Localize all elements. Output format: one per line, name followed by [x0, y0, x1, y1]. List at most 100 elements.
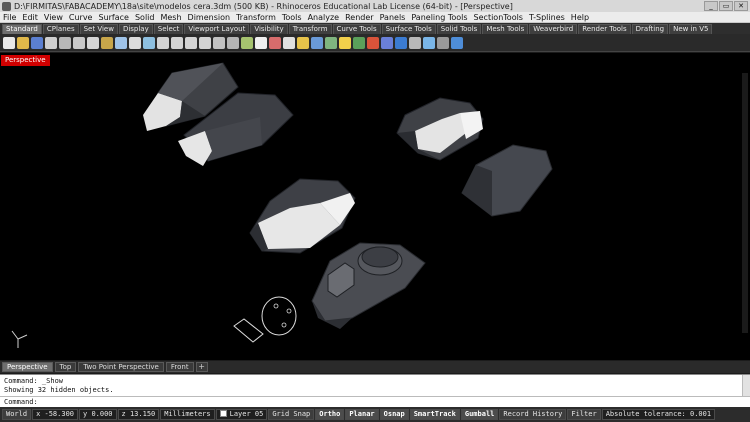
pan-icon[interactable]: [129, 36, 141, 49]
cplane-icon[interactable]: [241, 36, 253, 49]
tab-surface-tools[interactable]: Surface Tools: [381, 24, 436, 34]
wax-model-4[interactable]: [461, 144, 553, 217]
tab-mesh-tools[interactable]: Mesh Tools: [482, 24, 529, 34]
wax-model-5[interactable]: [249, 178, 356, 254]
save-icon[interactable]: [31, 36, 43, 49]
layer-icon[interactable]: [311, 36, 323, 49]
properties-icon[interactable]: [59, 36, 71, 49]
close-button[interactable]: ✕: [734, 1, 748, 11]
zoom-extents-icon[interactable]: [185, 36, 197, 49]
tab-front[interactable]: Front: [165, 362, 194, 372]
sphere-icon[interactable]: [381, 36, 393, 49]
globe-icon[interactable]: [395, 36, 407, 49]
window-controls: _ ▭ ✕: [704, 1, 748, 11]
menu-panels[interactable]: Panels: [380, 13, 406, 22]
tab-two-point-perspective[interactable]: Two Point Perspective: [78, 362, 164, 372]
rotate-view-icon[interactable]: [143, 36, 155, 49]
smarttrack-toggle[interactable]: SmartTrack: [409, 409, 460, 420]
tab-transform[interactable]: Transform: [288, 24, 332, 34]
shaded-icon[interactable]: [423, 36, 435, 49]
menu-curve[interactable]: Curve: [69, 13, 93, 22]
command-input[interactable]: [39, 397, 640, 407]
tab-set-view[interactable]: Set View: [79, 24, 118, 34]
undo-icon[interactable]: [115, 36, 127, 49]
show-icon[interactable]: [283, 36, 295, 49]
menu-mesh[interactable]: Mesh: [160, 13, 181, 22]
curve-rectangle[interactable]: [233, 318, 264, 343]
world-axes-icon: [11, 330, 28, 348]
viewport-side-panel: [742, 73, 748, 333]
viewport-canvas[interactable]: [0, 53, 750, 360]
tab-top[interactable]: Top: [54, 362, 77, 372]
wax-model-3[interactable]: [396, 97, 484, 161]
tab-cplanes[interactable]: CPlanes: [42, 24, 79, 34]
new-file-icon[interactable]: [3, 36, 15, 49]
hide-icon[interactable]: [269, 36, 281, 49]
grid-snap-toggle[interactable]: Grid Snap: [268, 409, 315, 420]
wax-model-6[interactable]: [311, 242, 426, 329]
material-icon[interactable]: [325, 36, 337, 49]
gear-icon[interactable]: [409, 36, 421, 49]
record-history-toggle[interactable]: Record History: [499, 409, 567, 420]
maximize-button[interactable]: ▭: [719, 1, 733, 11]
minimize-button[interactable]: _: [704, 1, 718, 11]
tab-viewport-layout[interactable]: Viewport Layout: [184, 24, 250, 34]
viewport-title-tab[interactable]: Perspective: [1, 55, 50, 66]
menu-paneling-tools[interactable]: Paneling Tools: [411, 13, 467, 22]
tab-perspective[interactable]: Perspective: [2, 362, 53, 372]
color-wheel-icon[interactable]: [367, 36, 379, 49]
tab-standard[interactable]: Standard: [2, 24, 42, 34]
zoom-icon[interactable]: [157, 36, 169, 49]
tab-drafting[interactable]: Drafting: [631, 24, 669, 34]
menu-file[interactable]: File: [3, 13, 16, 22]
cplane-indicator[interactable]: World: [2, 409, 32, 420]
copy-icon[interactable]: [87, 36, 99, 49]
options-icon[interactable]: [437, 36, 449, 49]
tab-select[interactable]: Select: [153, 24, 184, 34]
render-icon[interactable]: [353, 36, 365, 49]
gumball-toggle[interactable]: Gumball: [460, 409, 499, 420]
menu-render[interactable]: Render: [345, 13, 373, 22]
menu-t-splines[interactable]: T-Splines: [529, 13, 565, 22]
lights-icon[interactable]: [339, 36, 351, 49]
menu-help[interactable]: Help: [571, 13, 589, 22]
zoom-selected-icon[interactable]: [199, 36, 211, 49]
tab-curve-tools[interactable]: Curve Tools: [332, 24, 381, 34]
menu-analyze[interactable]: Analyze: [308, 13, 340, 22]
menu-edit[interactable]: Edit: [22, 13, 38, 22]
history-scrollbar[interactable]: [742, 375, 750, 397]
menu-transform[interactable]: Transform: [236, 13, 276, 22]
units-indicator[interactable]: Millimeters: [160, 409, 215, 420]
add-viewport-icon[interactable]: +: [195, 362, 208, 372]
planar-toggle[interactable]: Planar: [345, 409, 379, 420]
cut-icon[interactable]: [73, 36, 85, 49]
tab-solid-tools[interactable]: Solid Tools: [436, 24, 482, 34]
menu-surface[interactable]: Surface: [98, 13, 128, 22]
four-view-icon[interactable]: [227, 36, 239, 49]
menu-tools[interactable]: Tools: [282, 13, 302, 22]
tab-display[interactable]: Display: [118, 24, 153, 34]
undo-view-icon[interactable]: [213, 36, 225, 49]
tab-visibility[interactable]: Visibility: [250, 24, 288, 34]
perspective-viewport[interactable]: Perspective: [0, 53, 750, 360]
toolbar-tabs: Standard CPlanes Set View Display Select…: [0, 23, 750, 34]
help-icon[interactable]: [451, 36, 463, 49]
tab-render-tools[interactable]: Render Tools: [578, 24, 631, 34]
layer-indicator[interactable]: Layer 05: [215, 409, 268, 420]
select-icon[interactable]: [255, 36, 267, 49]
menu-view[interactable]: View: [44, 13, 63, 22]
zoom-window-icon[interactable]: [171, 36, 183, 49]
curve-circle[interactable]: [261, 296, 297, 336]
osnap-toggle[interactable]: Osnap: [379, 409, 409, 420]
paste-icon[interactable]: [101, 36, 113, 49]
print-icon[interactable]: [45, 36, 57, 49]
filter-toggle[interactable]: Filter: [567, 409, 601, 420]
menu-dimension[interactable]: Dimension: [188, 13, 231, 22]
tab-new-in-v5[interactable]: New in V5: [669, 24, 713, 34]
menu-solid[interactable]: Solid: [135, 13, 155, 22]
menu-sectiontools[interactable]: SectionTools: [474, 13, 523, 22]
ortho-toggle[interactable]: Ortho: [315, 409, 345, 420]
tab-weaverbird[interactable]: Weaverbird: [529, 24, 578, 34]
lock-icon[interactable]: [297, 36, 309, 49]
open-file-icon[interactable]: [17, 36, 29, 49]
